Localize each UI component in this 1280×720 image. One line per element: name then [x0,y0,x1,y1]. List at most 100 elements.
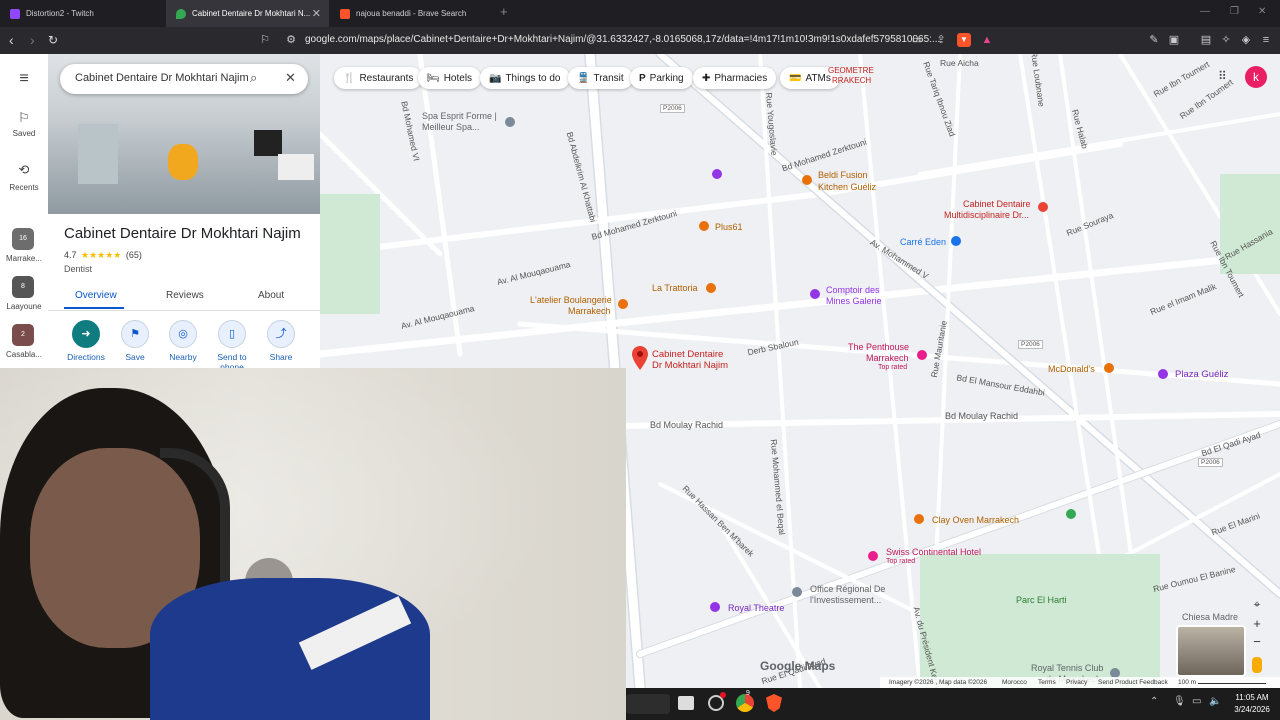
close-window-icon[interactable]: ✕ [1258,6,1266,17]
restaurant-marker-icon[interactable] [802,175,812,185]
tab-overview[interactable]: Overview [75,290,117,301]
profile-avatar[interactable]: k [1245,66,1267,88]
brave-taskbar-icon[interactable] [766,694,782,712]
menu-icon[interactable]: ≡ [1259,33,1273,47]
poi-beldi[interactable]: Beldi Fusion [818,170,868,180]
shopping-marker-icon[interactable] [1158,369,1168,379]
poi-parc-el-harti[interactable]: Parc El Harti [1016,595,1067,605]
restaurant-marker-icon[interactable] [706,283,716,293]
recent-place-label[interactable]: Casabla... [0,350,48,359]
poi-office-regional-line2[interactable]: l'Investissement... [810,595,881,605]
park-marker-icon[interactable] [1066,509,1076,519]
poi-label[interactable]: GEOMETRE [828,66,874,75]
poi-carre-eden[interactable]: Carré Eden [900,237,946,247]
chip-pharmacies[interactable]: ✚ Pharmacies [693,67,777,89]
reload-icon[interactable]: ↻ [48,33,58,47]
nearby-button[interactable]: ◎ Nearby [163,320,203,362]
scale-label[interactable]: 100 m [1178,679,1196,686]
close-tab-icon[interactable]: ✕ [312,7,321,20]
chip-parking[interactable]: P Parking [630,67,693,89]
zoom-out-button[interactable]: − [1248,634,1266,652]
chip-things-to-do[interactable]: 📷 Things to do [480,67,570,89]
medical-marker-icon[interactable] [1038,202,1048,212]
back-icon[interactable]: ‹ [9,32,14,48]
chip-hotels[interactable]: 🛏 Hotels [418,67,482,89]
recent-place-thumb[interactable]: 16 [12,228,34,250]
poi-latelier-line2[interactable]: Marrakech [568,306,611,316]
hamburger-menu-icon[interactable]: ≡ [0,70,48,88]
recents-icon[interactable]: ⟲ [0,162,48,178]
chrome-icon[interactable] [736,694,754,712]
poi-penthouse-line2[interactable]: Marrakech [866,353,909,363]
poi-plus61[interactable]: Plus61 [715,222,743,232]
spa-marker-icon[interactable] [505,117,515,127]
volume-icon[interactable]: 🔈 [1209,696,1221,707]
country-link[interactable]: Morocco [1002,679,1027,686]
poi-latelier[interactable]: L'atelier Boulangerie [530,295,612,305]
poi-spa-line2[interactable]: Meilleur Spa... [422,122,480,132]
place-category[interactable]: Dentist [64,264,92,274]
new-tab-button[interactable]: + [500,4,508,19]
nightlife-marker-icon[interactable] [917,350,927,360]
clock-time[interactable]: 11:05 AM [1230,693,1274,702]
poi-label[interactable]: RRAKECH [832,76,871,85]
poi-comptoir[interactable]: Comptoir des [826,285,880,295]
directions-button[interactable]: ➜ Directions [66,320,106,362]
recent-place-label[interactable]: Laayoune [0,302,48,311]
cast-icon[interactable]: ▭ [910,33,924,47]
poi-plaza-gueliz[interactable]: Plaza Guéliz [1175,369,1228,380]
purple-marker-icon[interactable] [712,169,722,179]
extensions-icon[interactable]: ✎ [1147,33,1161,47]
street-view-thumbnail[interactable] [1176,625,1246,677]
leo-ai-icon[interactable]: ✧ [1219,33,1233,47]
poi-spa[interactable]: Spa Esprit Forme | [422,111,497,121]
poi-clay-oven[interactable]: Clay Oven Marrakech [932,515,1019,525]
poi-office-regional[interactable]: Office Régional De [810,584,885,594]
tab-about[interactable]: About [258,290,284,301]
recent-place-thumb[interactable]: 8 [12,276,34,298]
gallery-marker-icon[interactable] [810,289,820,299]
search-icon[interactable]: ⌕ [250,70,257,86]
selected-place-label-line2[interactable]: Dr Mokhtari Najim [652,360,728,371]
close-search-icon[interactable]: ✕ [285,70,296,86]
poi-cabinet-multi-line2[interactable]: Multidisciplinaire Dr... [944,210,1029,220]
send-to-phone-button[interactable]: ▯ Send to phone [212,320,252,372]
review-count[interactable]: (65) [126,250,142,260]
wallet-icon[interactable]: ▤ [1199,33,1213,47]
shopping-marker-icon[interactable] [951,236,961,246]
taskbar-search[interactable] [626,694,670,714]
poi-royal-theatre[interactable]: Royal Theatre [728,603,784,613]
poi-cabinet-multi[interactable]: Cabinet Dentaire [963,199,1031,209]
rail-saved-label[interactable]: Saved [0,129,48,138]
poi-mcdonalds[interactable]: McDonald's [1048,364,1095,374]
microphone-icon[interactable]: 🎙 [1173,696,1186,707]
terms-link[interactable]: Terms [1038,679,1056,686]
poi-trattoria[interactable]: La Trattoria [652,283,698,293]
poi-chiesa-madre[interactable]: Chiesa Madre [1182,612,1238,622]
street-view-pegman-icon[interactable] [1252,657,1262,673]
bakery-marker-icon[interactable] [618,299,628,309]
selected-place-label[interactable]: Cabinet Dentaire [652,349,723,360]
site-settings-icon[interactable]: ⚙ [284,33,298,47]
tray-chevron-icon[interactable]: ⌃ [1150,696,1158,707]
tab-reviews[interactable]: Reviews [166,290,204,301]
rating-row[interactable]: 4.7 ★★★★★ (65) [64,250,142,261]
tab-brave-search[interactable]: najoua benaddi - Brave Search [330,0,494,27]
tab-google-maps[interactable]: Cabinet Dentaire Dr Mokhtari N... ✕ [166,0,329,27]
share-button[interactable]: ⤴ Share [261,320,301,362]
hotel-marker-icon[interactable] [868,551,878,561]
restore-icon[interactable]: ❐ [1230,6,1239,17]
theatre-marker-icon[interactable] [710,602,720,612]
share-icon[interactable]: ⇪ [934,33,948,47]
display-icon[interactable]: ▭ [1192,696,1201,707]
restaurant-marker-icon[interactable] [1104,363,1114,373]
recent-place-label[interactable]: Marrake... [0,254,48,263]
minimize-icon[interactable]: — [1200,6,1210,17]
privacy-link[interactable]: Privacy [1066,679,1087,686]
vpn-icon[interactable]: ◈ [1239,33,1253,47]
brave-rewards-icon[interactable]: ▲ [980,33,994,47]
forward-icon[interactable]: › [30,32,35,48]
poi-swiss-continental[interactable]: Swiss Continental Hotel [886,547,981,557]
restaurant-marker-icon[interactable] [914,514,924,524]
brave-shields-icon[interactable]: ▼ [957,33,971,47]
